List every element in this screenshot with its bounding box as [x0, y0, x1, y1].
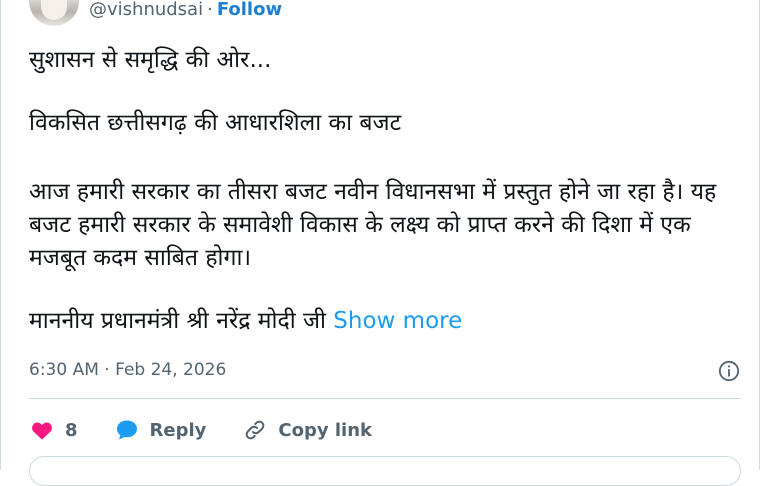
reply-bubble-icon — [116, 420, 137, 440]
like-action[interactable]: 8 — [29, 418, 78, 442]
handle-row: @vishnudsai · Follow — [89, 0, 282, 21]
tweet-line-4: माननीय प्रधानमंत्री श्री नरेंद्र मोदी जी… — [29, 305, 749, 338]
tweet-header: @vishnudsai · Follow — [29, 0, 282, 26]
reply-action[interactable]: Reply — [114, 418, 207, 442]
link-icon — [246, 420, 265, 440]
read-replies-button[interactable] — [29, 456, 741, 486]
meta-separator: · — [104, 360, 110, 380]
avatar[interactable] — [29, 0, 79, 26]
copy-link-action[interactable]: Copy link — [242, 418, 372, 442]
user-handle[interactable]: @vishnudsai — [89, 0, 203, 20]
tweet-line-4-text: माननीय प्रधानमंत्री श्री नरेंद्र मोदी जी — [29, 308, 326, 334]
tweet-card: @vishnudsai · Follow सुशासन से समृद्धि की … — [0, 0, 760, 486]
tweet-paragraph-3: आज हमारी सरकार का तीसरा बजट नवीन विधानसभ… — [29, 179, 717, 271]
tweet-line-2: विकसित छत्तीसगढ़ की आधारशिला का बजट — [29, 110, 402, 136]
follow-button[interactable]: Follow — [217, 0, 282, 20]
tweet-time: 6:30 AM — [29, 360, 99, 380]
like-count: 8 — [65, 419, 78, 441]
tweet-timestamp[interactable]: 6:30 AM · Feb 24, 2026 — [29, 360, 226, 380]
tweet-date: Feb 24, 2026 — [115, 360, 227, 380]
copy-link-label: Copy link — [278, 419, 372, 441]
heart-icon — [32, 422, 52, 440]
info-icon[interactable] — [718, 360, 740, 382]
show-more-link[interactable]: Show more — [333, 308, 462, 334]
tweet-line-1: सुशासन से समृद्धि की ओर... — [29, 47, 272, 73]
tweet-text: सुशासन से समृद्धि की ओर... विकसित छत्तीस… — [29, 44, 749, 338]
reply-label: Reply — [149, 419, 207, 441]
header-separator: · — [207, 0, 213, 20]
action-bar: 8 Reply Copy link — [29, 414, 408, 446]
divider — [29, 398, 741, 399]
